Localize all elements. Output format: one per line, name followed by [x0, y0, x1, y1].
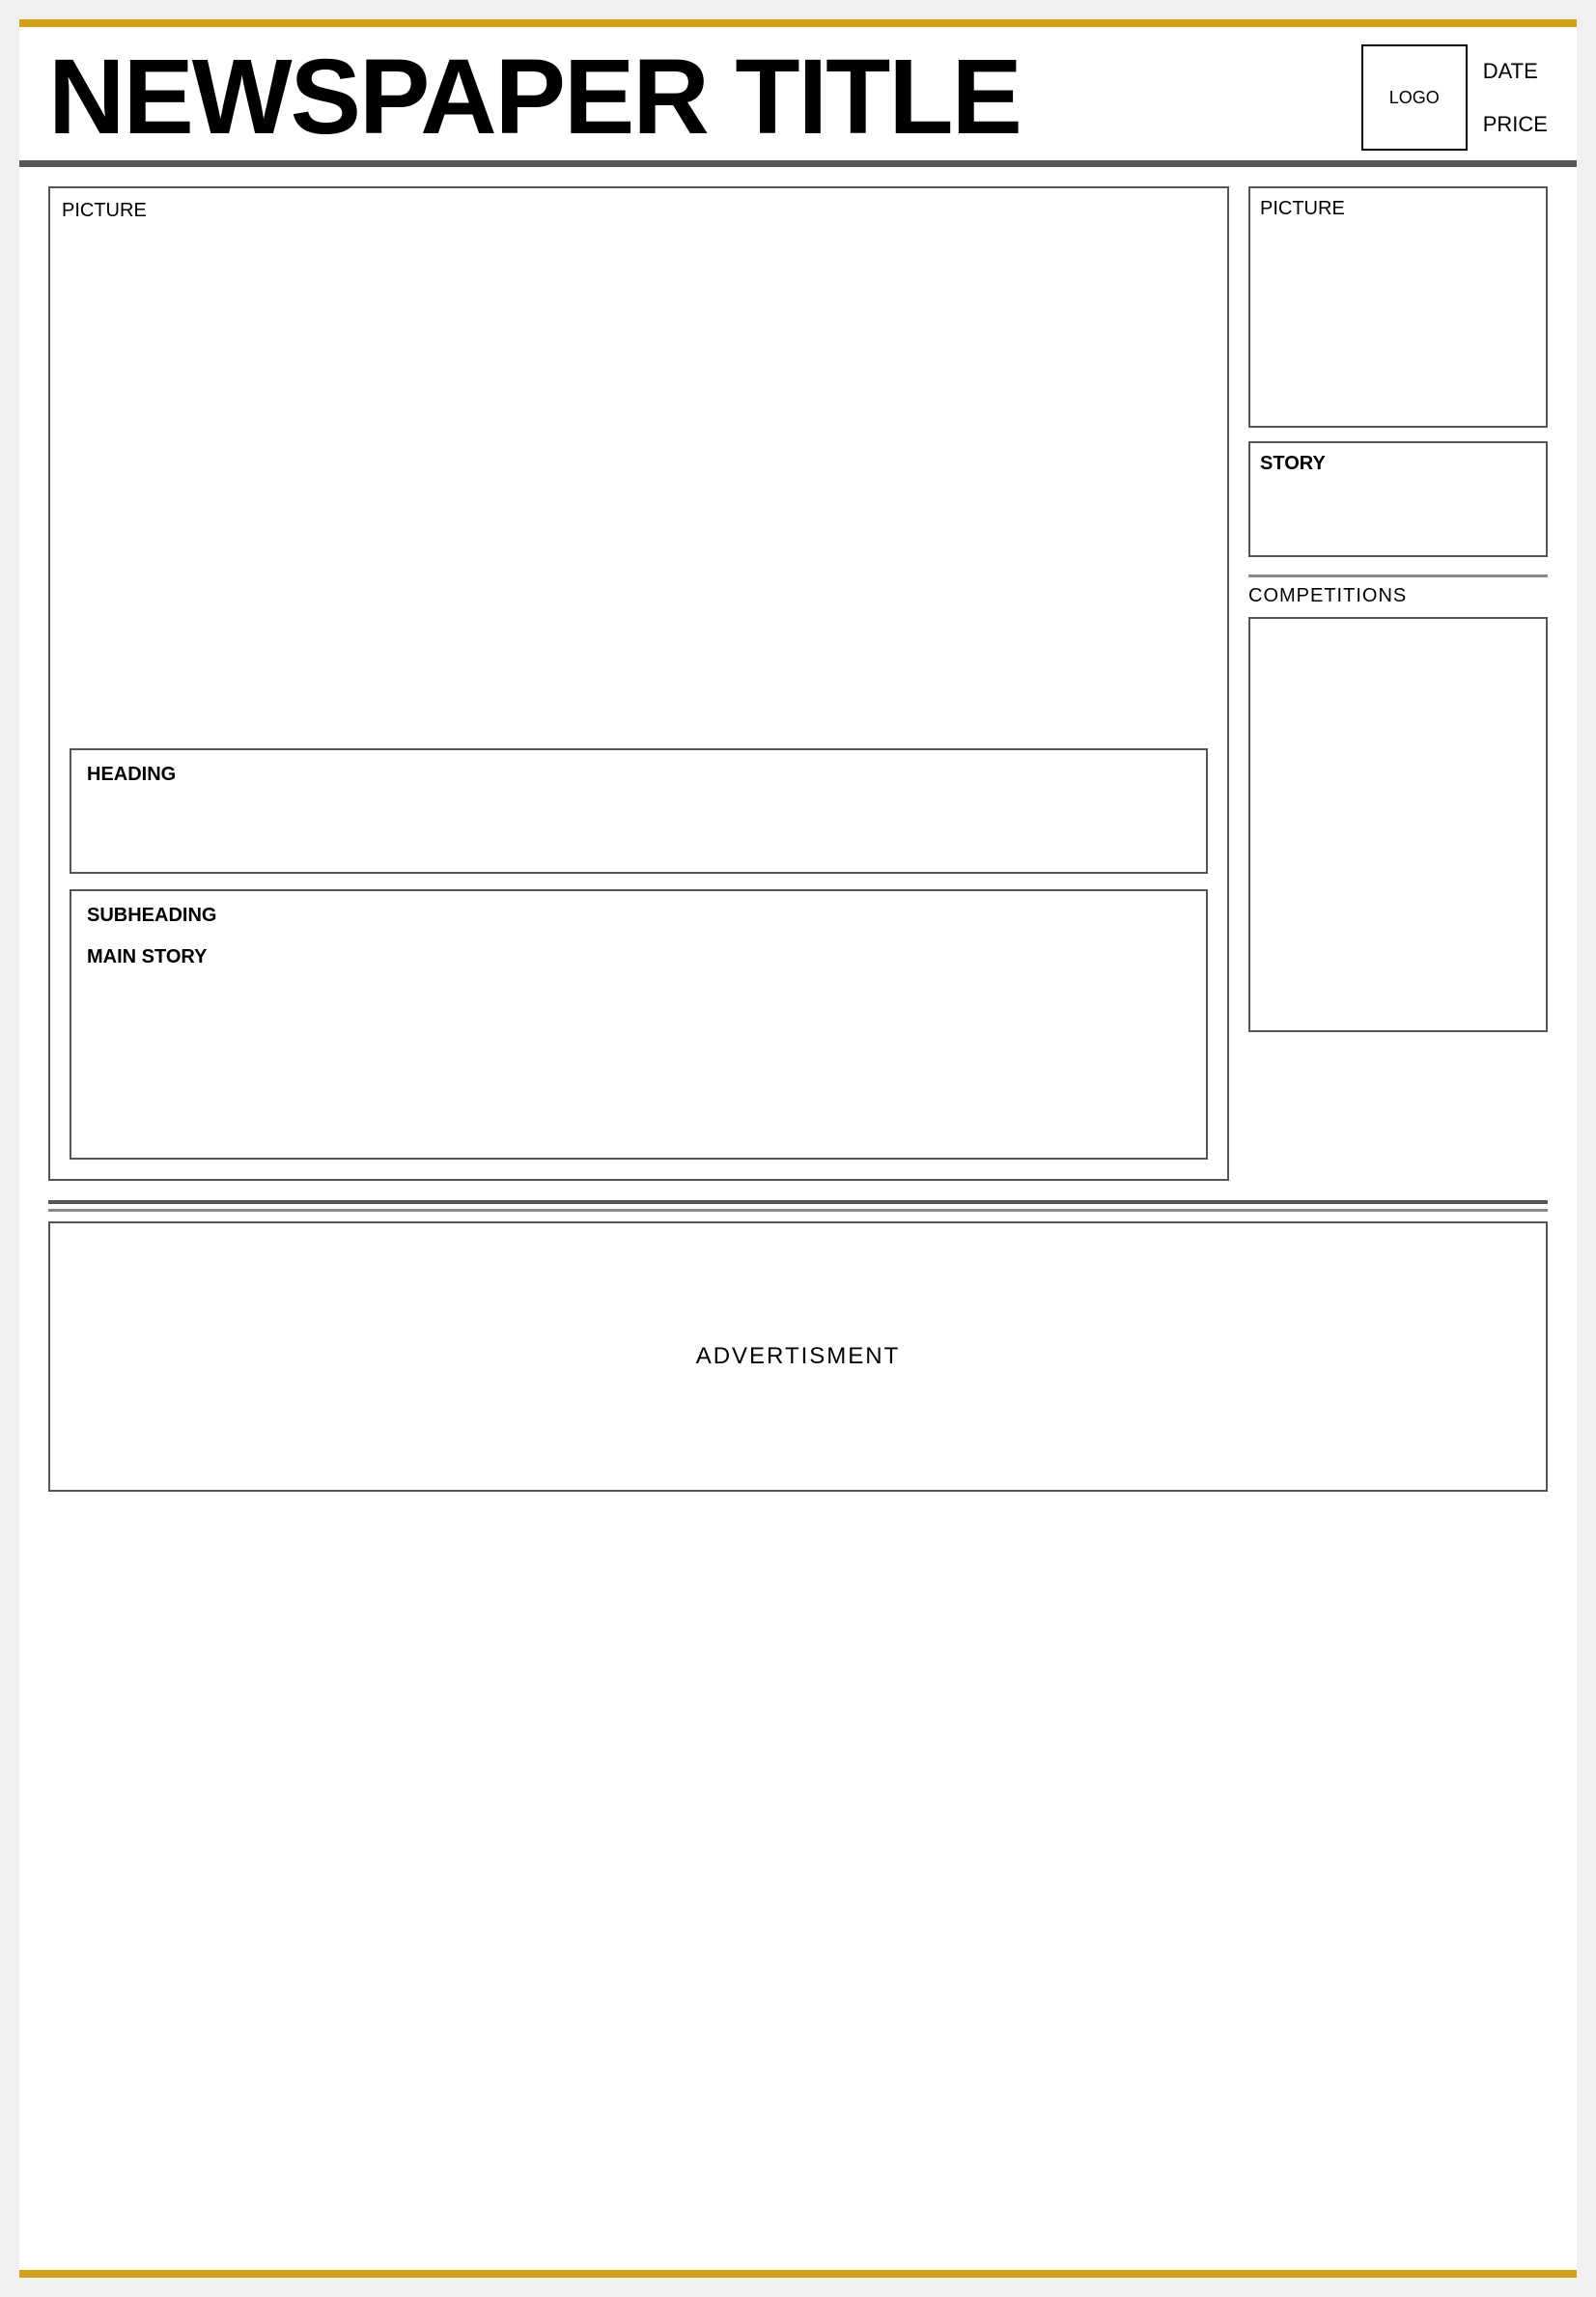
advertisement-section: ADVERTISMENT	[48, 1221, 1548, 1492]
advertisement-label: ADVERTISMENT	[696, 1343, 901, 1370]
bottom-rules	[48, 1200, 1548, 1212]
main-picture-label: PICTURE	[62, 200, 147, 221]
competitions-box	[1248, 617, 1548, 1032]
main-content: PICTURE HEADING SUBHEADING MAIN STORY PI…	[19, 167, 1577, 1200]
header: NEWSPAPER TITLE LOGO DATE PRICE	[19, 27, 1577, 163]
main-story-label: MAIN STORY	[87, 946, 1190, 968]
sidebar-story-box: STORY	[1248, 441, 1548, 557]
logo-box: LOGO	[1361, 44, 1468, 151]
main-story-box: SUBHEADING MAIN STORY	[70, 889, 1208, 1160]
sidebar-column: PICTURE STORY COMPETITIONS	[1248, 186, 1548, 1181]
newspaper-title: NEWSPAPER TITLE	[48, 44, 1342, 151]
heading-label: HEADING	[87, 764, 176, 785]
competitions-section: COMPETITIONS	[1248, 574, 1548, 1032]
subheading-label: SUBHEADING	[87, 905, 1190, 927]
top-gold-border	[19, 19, 1577, 27]
bottom-gold-border	[19, 2270, 1577, 2278]
header-right: LOGO DATE PRICE	[1361, 44, 1548, 151]
date-label: DATE	[1483, 59, 1548, 84]
sidebar-picture-label: PICTURE	[1260, 198, 1345, 219]
date-price: DATE PRICE	[1483, 44, 1548, 151]
bottom-rule-2	[48, 1209, 1548, 1212]
main-column: PICTURE HEADING SUBHEADING MAIN STORY	[48, 186, 1229, 1181]
competitions-rule	[1248, 574, 1548, 577]
heading-box: HEADING	[70, 748, 1208, 874]
sidebar-picture-box: PICTURE	[1248, 186, 1548, 428]
logo-label: LOGO	[1389, 88, 1440, 108]
bottom-rule-1	[48, 1200, 1548, 1204]
newspaper-page: NEWSPAPER TITLE LOGO DATE PRICE PICTURE …	[19, 19, 1577, 2278]
main-picture-area: PICTURE	[50, 188, 1227, 719]
competitions-label: COMPETITIONS	[1248, 585, 1548, 607]
sidebar-story-label: STORY	[1260, 453, 1326, 474]
price-label: PRICE	[1483, 112, 1548, 137]
